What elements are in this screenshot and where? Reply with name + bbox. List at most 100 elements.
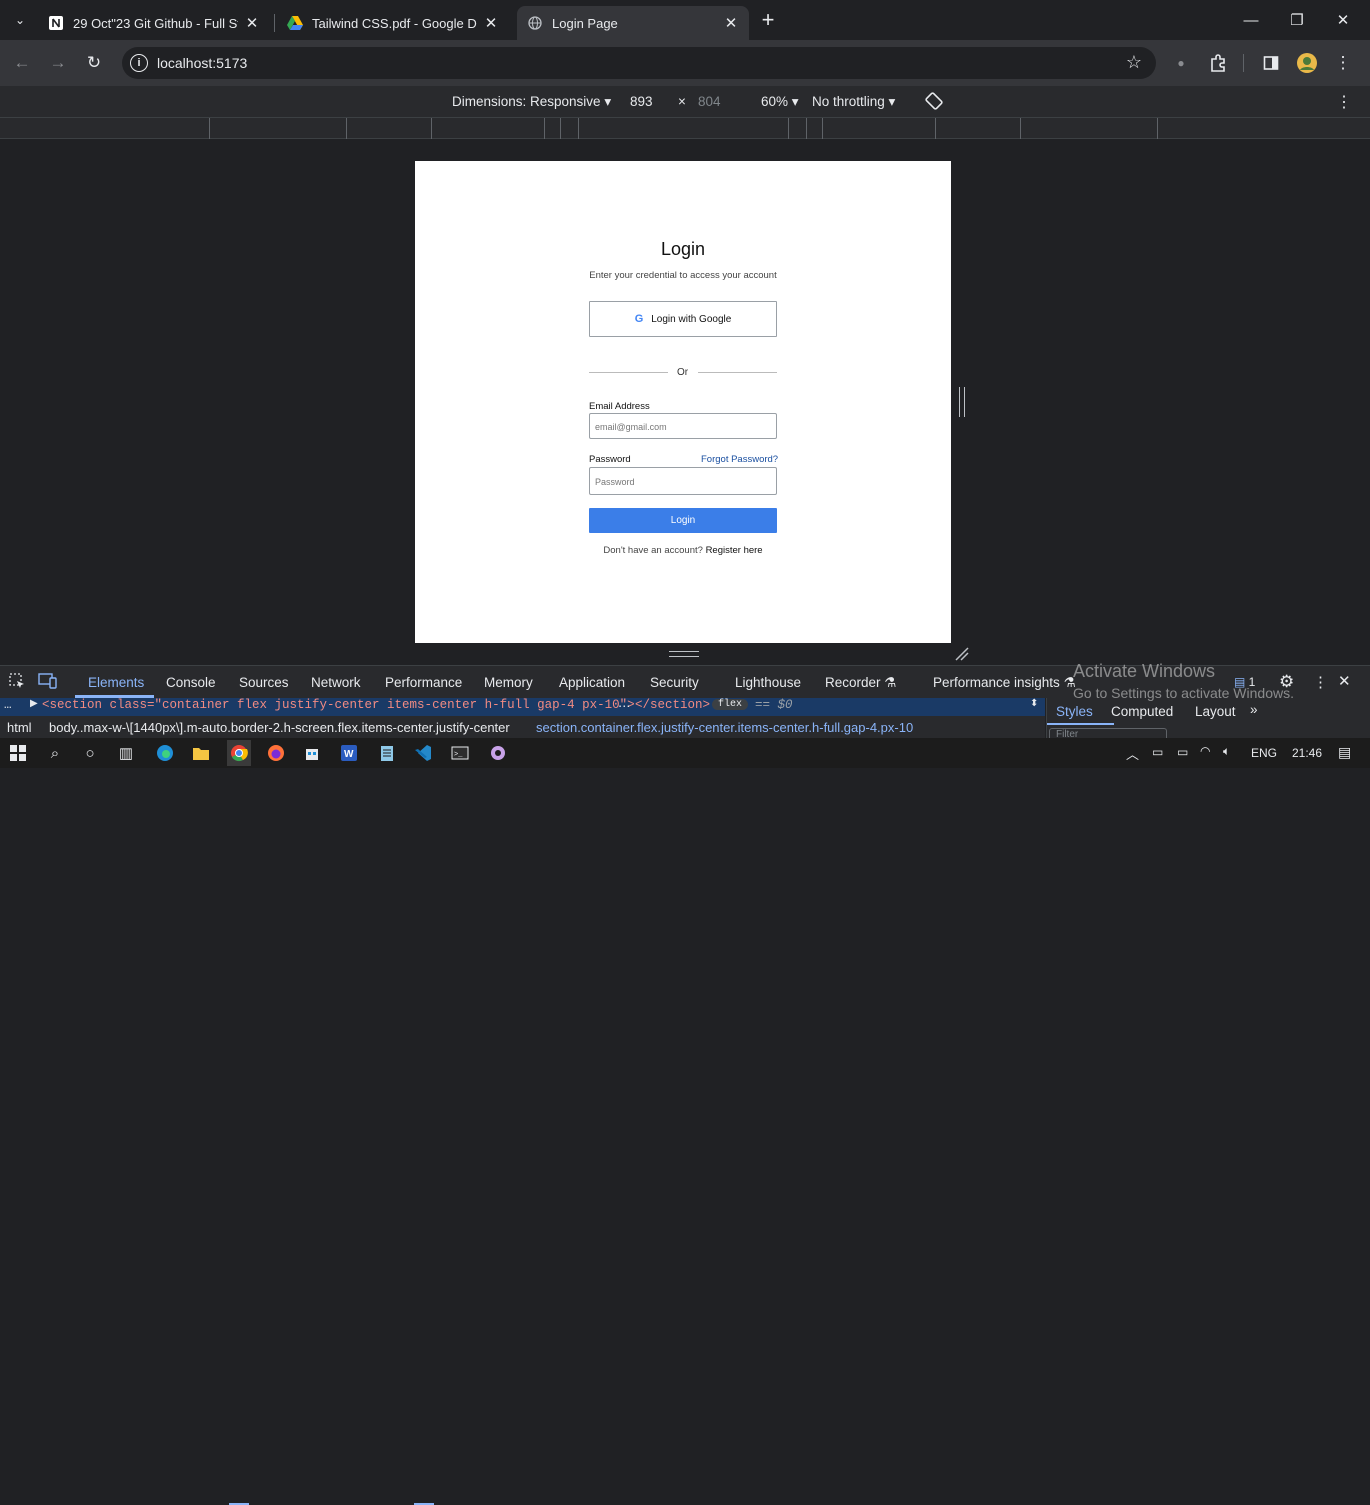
ruler-tick [935, 118, 936, 139]
browser-menu-icon[interactable]: ⋮ [1330, 50, 1356, 76]
devtools-tab-application[interactable]: Application [559, 675, 625, 690]
more-tabs-icon[interactable]: » [1250, 702, 1258, 717]
side-tab-layout[interactable]: Layout [1195, 704, 1236, 719]
battery-icon[interactable]: ▭ [1177, 745, 1188, 759]
side-tab-computed[interactable]: Computed [1111, 704, 1173, 719]
login-submit-button[interactable]: Login [589, 508, 777, 533]
dom-ellipsis[interactable]: … [4, 698, 12, 712]
width-input[interactable]: 893 [630, 94, 653, 109]
side-panel-icon[interactable] [1258, 50, 1284, 76]
extensions-puzzle-icon[interactable] [1205, 50, 1231, 76]
forgot-password-link[interactable]: Forgot Password? [701, 454, 778, 465]
devtools-tab-recorder[interactable]: Recorder ⚗ [825, 675, 896, 691]
new-tab-plus-icon[interactable]: + [755, 7, 781, 33]
password-field[interactable]: Password [589, 467, 777, 495]
breadcrumb-section[interactable]: section.container.flex.justify-center.it… [536, 720, 913, 735]
toolbar-divider [1243, 54, 1244, 72]
minimize-icon[interactable]: — [1228, 0, 1274, 40]
selected-dom-node[interactable]: … ▶ <section class="container flex justi… [0, 698, 1045, 716]
height-input[interactable]: 804 [698, 94, 721, 109]
browser-tab-tailwind-pdf[interactable]: Tailwind CSS.pdf - Google Driv ✕ [277, 6, 509, 40]
media-query-ruler[interactable] [0, 117, 1370, 139]
dom-scroll-icon[interactable]: ⬍ [1030, 698, 1038, 710]
vscode-icon[interactable] [412, 743, 434, 763]
ruler-tick [209, 118, 210, 139]
terminal-icon[interactable]: >_ [449, 743, 471, 763]
window-close-icon[interactable]: ✕ [1320, 0, 1366, 40]
devtools-tab-sources[interactable]: Sources [239, 675, 289, 690]
tab-close-icon[interactable]: ✕ [483, 14, 499, 32]
clock[interactable]: 21:46 [1292, 746, 1322, 760]
word-icon[interactable]: W [338, 743, 360, 763]
notepad-icon[interactable] [376, 743, 398, 763]
bookmark-star-icon[interactable]: ☆ [1126, 52, 1142, 73]
windows-start-icon[interactable] [7, 743, 29, 763]
search-icon[interactable]: ⌕ [44, 743, 66, 763]
devtools-tab-security[interactable]: Security [650, 675, 699, 690]
language-indicator[interactable]: ENG [1251, 746, 1277, 760]
edge-icon[interactable] [154, 743, 176, 763]
address-bar[interactable]: i localhost:5173 ☆ [122, 47, 1156, 79]
throttling-dropdown[interactable]: No throttling ▾ [812, 94, 895, 110]
devtools-tab-network[interactable]: Network [311, 675, 361, 690]
devtools-close-icon[interactable]: ✕ [1338, 672, 1351, 690]
devtools-tab-memory[interactable]: Memory [484, 675, 533, 690]
expand-triangle-icon[interactable]: ▶ [30, 698, 38, 710]
devtools-tab-performance-insights[interactable]: Performance insights ⚗ [933, 675, 1076, 691]
site-info-icon[interactable]: i [130, 54, 148, 72]
side-tab-styles[interactable]: Styles [1056, 704, 1093, 719]
restore-icon[interactable]: ❐ [1274, 0, 1320, 40]
watermark-line-1: Activate Windows [1073, 661, 1216, 681]
wifi-icon[interactable]: ◠ [1200, 744, 1210, 758]
corner-resize-handle[interactable] [955, 647, 969, 661]
ruler-tick [1157, 118, 1158, 139]
app-icon[interactable] [487, 743, 509, 763]
cortana-icon[interactable]: ○ [79, 743, 101, 763]
browser-tab-git-github[interactable]: 29 Oct"23 Git Github - Full Sta ✕ [38, 6, 270, 40]
store-icon[interactable] [301, 743, 323, 763]
flask-icon: ⚗ [884, 675, 897, 690]
volume-icon[interactable]: 🔈︎ [1223, 744, 1230, 759]
tab-close-icon[interactable]: ✕ [723, 14, 739, 32]
email-field[interactable]: email@gmail.com [589, 413, 777, 439]
devtools-tab-performance[interactable]: Performance [385, 675, 462, 690]
notifications-icon[interactable]: ▤ [1338, 744, 1351, 761]
register-link[interactable]: Register here [706, 545, 763, 556]
performance-insights-label: Performance insights [933, 675, 1060, 690]
extension-dim-icon[interactable]: ● [1168, 50, 1194, 76]
ruler-tick [788, 118, 789, 139]
browser-tab-login-page[interactable]: Login Page ✕ [517, 6, 749, 40]
forward-arrow-icon[interactable]: → [45, 50, 71, 76]
login-with-google-button[interactable]: G Login with Google [589, 301, 777, 337]
devtools-tab-lighthouse[interactable]: Lighthouse [735, 675, 801, 690]
google-button-label: Login with Google [651, 313, 732, 325]
reload-icon[interactable]: ↻ [81, 50, 107, 76]
inspect-element-icon[interactable] [8, 672, 26, 693]
device-toggle-icon[interactable] [38, 672, 58, 693]
meet-icon[interactable]: ▭ [1152, 745, 1163, 759]
dom-close-tag: </section> [635, 698, 711, 712]
device-toolbar-menu-icon[interactable]: ⋮ [1336, 92, 1352, 112]
ruler-tick [560, 118, 561, 139]
chrome-icon[interactable] [227, 740, 251, 766]
zoom-dropdown[interactable]: 60% ▾ [761, 94, 799, 110]
bottom-resize-handle[interactable] [669, 651, 699, 657]
dom-collapsed-dots[interactable]: ⋯ [618, 698, 631, 714]
profile-avatar[interactable] [1294, 50, 1320, 76]
file-explorer-icon[interactable] [190, 743, 212, 763]
devtools-menu-icon[interactable]: ⋮ [1313, 673, 1328, 691]
breadcrumb-html[interactable]: html [7, 720, 32, 735]
firefox-icon[interactable] [265, 743, 287, 763]
tab-close-icon[interactable]: ✕ [244, 14, 260, 32]
back-arrow-icon[interactable]: ← [9, 50, 35, 76]
devtools-tab-elements[interactable]: Elements [88, 675, 144, 690]
flex-badge[interactable]: flex [712, 699, 749, 710]
rotate-icon[interactable] [924, 91, 944, 114]
dimensions-dropdown[interactable]: Dimensions: Responsive ▾ [452, 94, 611, 110]
tray-chevron-icon[interactable]: ︿ [1126, 744, 1139, 763]
breadcrumb-body[interactable]: body..max-w-\[1440px\].m-auto.border-2.h… [49, 720, 510, 735]
devtools-tab-console[interactable]: Console [166, 675, 216, 690]
right-resize-handle[interactable] [959, 387, 965, 417]
tab-search-chevron-icon[interactable]: ⌄ [7, 7, 33, 33]
task-view-icon[interactable]: ▥ [115, 743, 137, 763]
